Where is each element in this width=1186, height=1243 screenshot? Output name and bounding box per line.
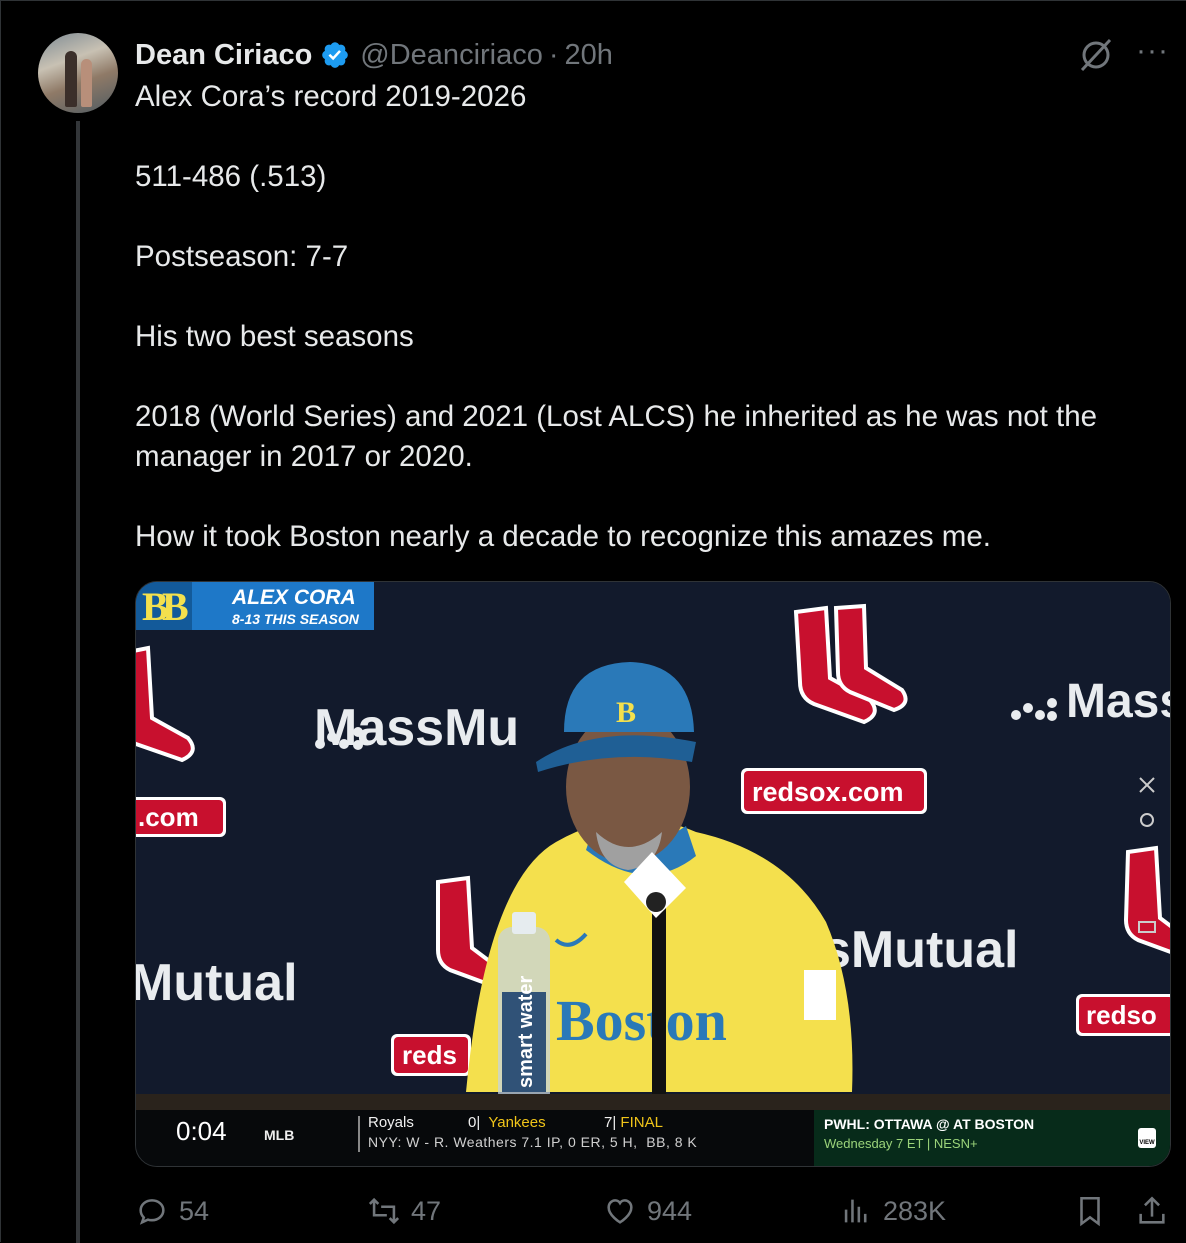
redsox-com-tag: redso [1076,994,1170,1036]
text-line: 511-486 (.513) [135,160,327,193]
separator-dot: · [548,38,559,71]
repost-count: 47 [411,1195,442,1226]
more-icon[interactable]: ··· [1136,34,1169,68]
svg-text:B: B [162,584,189,629]
video-player[interactable]: MassMu Mass Mutual sMutual .com redsox.c… [135,581,1171,1167]
svg-text:.com: .com [138,802,199,832]
like-button[interactable]: 944 [603,1189,692,1233]
view-icon[interactable]: VIEW [1138,1128,1156,1148]
bookmark-icon[interactable] [1073,1193,1107,1229]
svg-text:redso: redso [1086,1000,1157,1030]
text-line: 2018 (World Series) and 2021 (Lost ALCS)… [135,400,1098,473]
text-line: Postseason: 7-7 [135,240,349,273]
heart-icon [607,1199,633,1224]
redsox-com-tag: reds [391,1034,471,1076]
repost-icon [368,1197,400,1225]
text-line: Alex Cora’s record 2019-2026 [135,80,527,113]
ticker-league: MLB [264,1127,295,1143]
avatar[interactable] [38,33,118,113]
tweet-text: Alex Cora’s record 2019-2026 511-486 (.5… [135,77,1155,557]
video-timer: 0:04 [176,1116,227,1146]
verified-badge-icon [322,42,349,68]
ticker-score: Royals 0| Yankees 7| FINAL [368,1114,663,1131]
backdrop-mutual-logo: Mutual [136,954,298,1012]
timestamp[interactable]: 20h [565,39,613,72]
video-frame: MassMu Mass Mutual sMutual .com redsox.c… [136,582,1170,1112]
author-handle[interactable]: @Deanciriaco [360,39,543,72]
view-count: 283K [883,1195,947,1226]
reply-icon [139,1199,165,1225]
thread-line [76,121,80,1243]
share-icon[interactable] [1135,1193,1169,1229]
like-count: 944 [647,1195,693,1226]
svg-text:reds: reds [402,1040,457,1070]
jersey-wordmark: Boston [556,988,727,1053]
lower-third-name: ALEX CORA [231,586,356,609]
redsox-com-tag: redsox.com [741,768,927,814]
redsox-com-tag: .com [136,797,226,837]
bottle-label: smart water [515,976,537,1088]
tweet-card[interactable]: Dean Ciriaco @Deanciriaco · 20h ··· Alex… [0,0,1186,1243]
tweet-actions: 54 47 944 283K [135,1189,1175,1233]
repost-button[interactable]: 47 [367,1189,441,1233]
backdrop-massmutual-logo: Mass [1066,675,1170,728]
backdrop-mutual-logo: sMutual [822,921,1018,979]
lower-third-sub: 8-13 THIS SEASON [232,611,360,627]
tweet-header: Dean Ciriaco @Deanciriaco · 20h [135,35,613,75]
views-button[interactable]: 283K [839,1189,946,1233]
text-line: His two best seasons [135,320,414,353]
grok-icon[interactable] [1076,37,1116,73]
reply-button[interactable]: 54 [135,1189,209,1233]
score-ticker: 0:04 MLB Royals 0| Yankees 7| FINAL NYY:… [136,1110,1170,1166]
svg-text:B: B [616,696,636,729]
ticker-detail: NYY: W - R. Weathers 7.1 IP, 0 ER, 5 H, … [368,1134,698,1150]
lower-third: B B ALEX CORA 8-13 THIS SEASON [136,582,374,630]
reply-count: 54 [179,1195,210,1226]
views-icon [844,1199,867,1223]
promo-title: PWHL: OTTAWA @ AT BOSTON [824,1116,1035,1132]
author-name[interactable]: Dean Ciriaco [135,39,312,72]
svg-text:redsox.com: redsox.com [752,777,904,807]
promo-subtitle: Wednesday 7 ET | NESN+ [824,1136,978,1151]
text-line: How it took Boston nearly a decade to re… [135,520,991,553]
ticker-promo: PWHL: OTTAWA @ AT BOSTON Wednesday 7 ET … [814,1110,1170,1166]
